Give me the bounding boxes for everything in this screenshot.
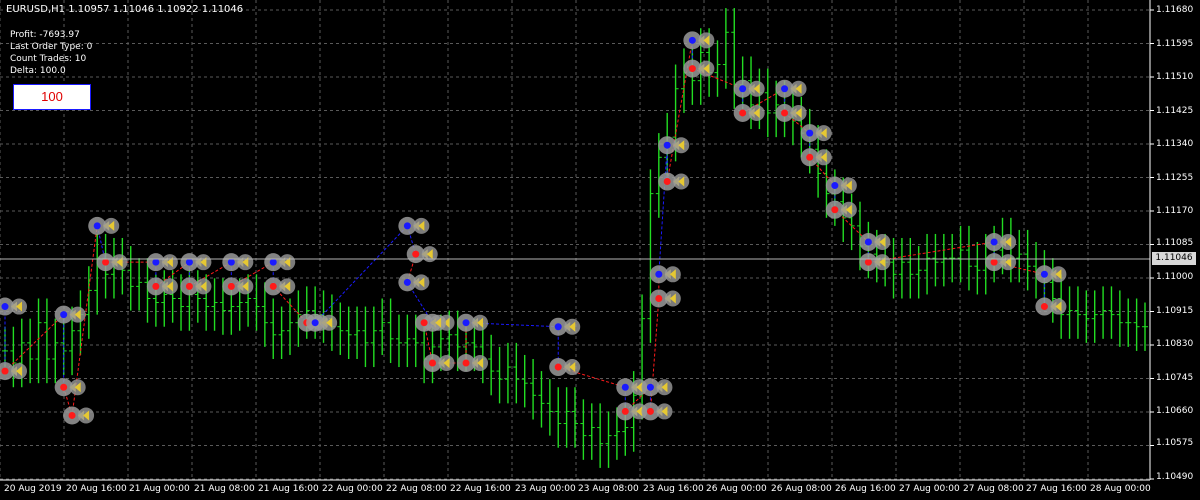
count-trades-label: Count Trades: 10	[10, 54, 87, 64]
sell-marker-dot	[655, 294, 663, 302]
buy-marker-dot	[403, 278, 411, 286]
buy-marker-dot	[663, 141, 671, 149]
sell-marker-dot	[739, 109, 747, 117]
buy-marker-dot	[688, 36, 696, 44]
profit-label: Profit: -7693.97	[10, 30, 80, 40]
price-label: 1.11595	[1156, 39, 1194, 49]
buy-marker-dot	[781, 85, 789, 93]
chart-grid	[0, 0, 1154, 480]
price-label: 1.11170	[1156, 206, 1194, 216]
sell-marker-dot	[60, 383, 68, 391]
sell-marker-dot	[185, 282, 193, 290]
time-label: 22 Aug 08:00	[386, 484, 447, 494]
buy-marker-dot	[646, 383, 654, 391]
buy-marker-dot	[1, 303, 9, 311]
buy-marker-dot	[1040, 270, 1048, 278]
buy-marker-dot	[311, 319, 319, 327]
buy-marker-dot	[60, 311, 68, 319]
sell-marker-dot	[429, 359, 436, 367]
sell-marker-dot	[1, 367, 9, 375]
time-label: 20 Aug 16:00	[66, 484, 127, 494]
time-label: 21 Aug 00:00	[129, 484, 190, 494]
time-label: 22 Aug 16:00	[450, 484, 511, 494]
sell-marker-dot	[269, 282, 277, 290]
sell-marker-dot	[420, 319, 428, 327]
buy-marker-dot	[739, 85, 747, 93]
buy-marker-dot	[93, 222, 101, 230]
buy-marker-dot	[227, 258, 235, 266]
sell-marker-dot	[102, 258, 110, 266]
price-label: 1.11510	[1156, 72, 1194, 82]
time-label: 23 Aug 08:00	[578, 484, 639, 494]
buy-marker-dot	[831, 182, 839, 190]
sell-marker-dot	[831, 206, 839, 214]
time-label: 26 Aug 16:00	[835, 484, 896, 494]
price-chart[interactable]	[0, 0, 1200, 500]
buy-marker-dot	[462, 319, 470, 327]
price-label: 1.10490	[1156, 472, 1194, 482]
sell-marker-dot	[646, 407, 654, 415]
time-label: 26 Aug 08:00	[771, 484, 832, 494]
price-label: 1.10575	[1156, 438, 1194, 448]
time-label: 27 Aug 00:00	[899, 484, 960, 494]
sell-marker-dot	[412, 250, 420, 258]
buy-marker-dot	[864, 238, 872, 246]
sell-marker-dot	[688, 65, 696, 73]
sell-marker-dot	[806, 153, 814, 161]
buy-marker-dot	[403, 222, 411, 230]
buy-marker-dot	[269, 258, 277, 266]
price-label: 1.10915	[1156, 306, 1194, 316]
sell-marker-dot	[1040, 303, 1048, 311]
delta-label: Delta: 100.0	[10, 66, 66, 76]
buy-marker-dot	[806, 129, 814, 137]
sell-marker-dot	[621, 407, 629, 415]
time-label: 21 Aug 16:00	[258, 484, 319, 494]
time-label: 22 Aug 00:00	[322, 484, 383, 494]
price-label: 1.11255	[1156, 173, 1194, 183]
price-label: 1.10830	[1156, 339, 1194, 349]
price-label: 1.10745	[1156, 373, 1194, 383]
sell-marker-dot	[663, 178, 671, 186]
buy-marker-dot	[185, 258, 193, 266]
time-label: 26 Aug 00:00	[706, 484, 767, 494]
sell-marker-dot	[864, 258, 872, 266]
sell-marker-dot	[781, 109, 789, 117]
chart-header-title: EURUSD,H1 1.10957 1.11046 1.10922 1.1104…	[6, 4, 244, 15]
sell-marker-dot	[227, 282, 235, 290]
time-label: 23 Aug 16:00	[643, 484, 704, 494]
buy-marker-dot	[990, 238, 998, 246]
buy-marker-dot	[621, 383, 629, 391]
time-label: 27 Aug 08:00	[963, 484, 1024, 494]
lot-input-field[interactable]: 100	[13, 84, 91, 110]
candlesticks	[2, 8, 1148, 468]
trade-link-line	[314, 225, 408, 324]
buy-marker-dot	[152, 258, 160, 266]
last-order-type-label: Last Order Type: 0	[10, 42, 93, 52]
price-label: 1.11680	[1156, 5, 1194, 15]
price-label: 1.11000	[1156, 272, 1194, 282]
price-label: 1.11425	[1156, 106, 1194, 116]
time-label: 28 Aug 00:00	[1090, 484, 1151, 494]
time-label: 27 Aug 16:00	[1026, 484, 1087, 494]
price-label: 1.11085	[1156, 238, 1194, 248]
trade-link-line	[658, 145, 668, 275]
time-label: 21 Aug 08:00	[194, 484, 255, 494]
sell-marker-dot	[152, 282, 160, 290]
price-label: 1.11340	[1156, 139, 1194, 149]
buy-marker-dot	[554, 323, 562, 331]
sell-marker-dot	[554, 363, 562, 371]
sell-marker-dot	[990, 258, 998, 266]
sell-marker-dot	[68, 411, 76, 419]
time-label: 23 Aug 00:00	[515, 484, 576, 494]
buy-marker-dot	[655, 270, 663, 278]
time-label: 20 Aug 2019	[4, 484, 62, 494]
current-price-tag: 1.11046	[1152, 252, 1196, 265]
sell-marker-dot	[462, 359, 470, 367]
price-label: 1.10660	[1156, 406, 1194, 416]
